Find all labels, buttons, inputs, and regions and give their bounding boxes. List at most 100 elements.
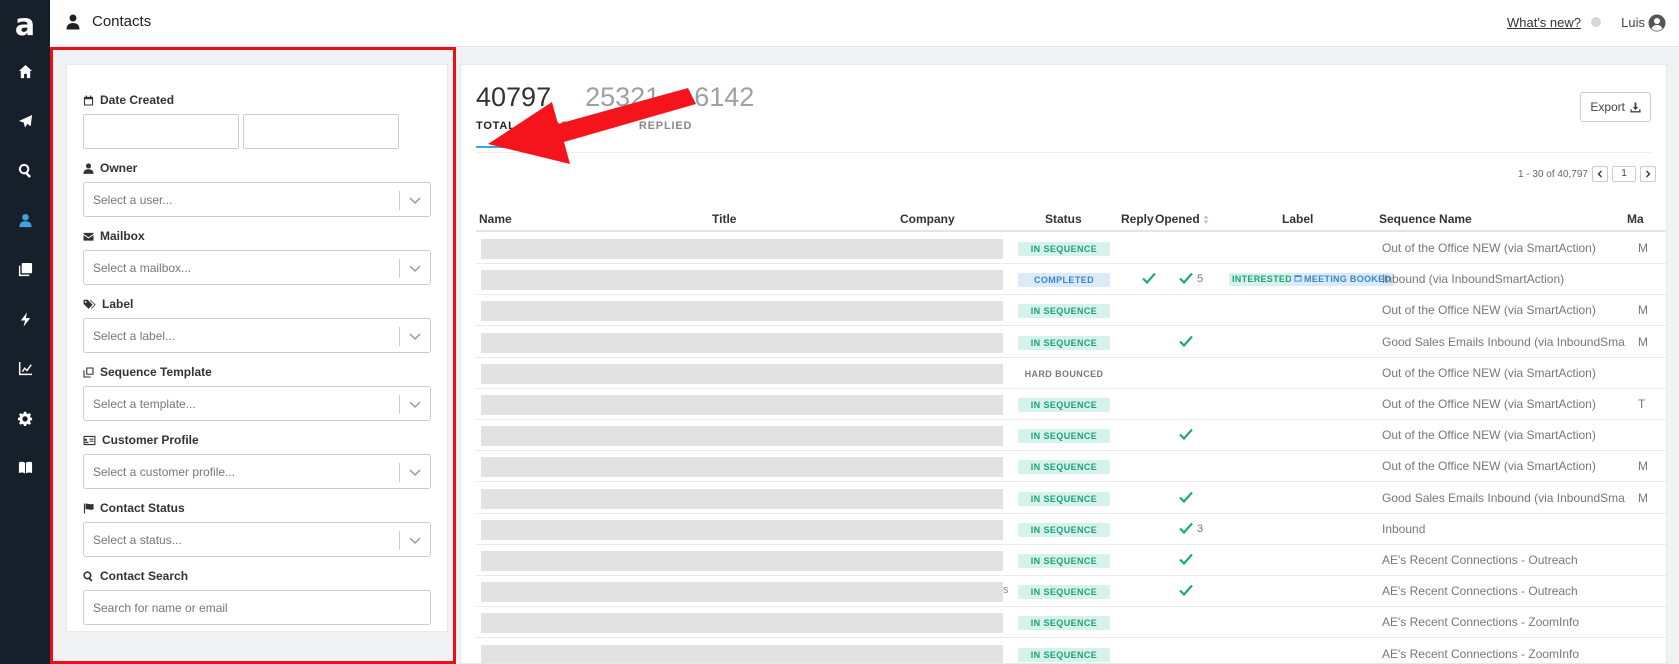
table-row[interactable]: IN SEQUENCE Out of the Office NEW (via Sm… bbox=[476, 389, 1666, 420]
status-badge: IN SEQUENCE bbox=[1018, 616, 1110, 631]
table-row[interactable]: IN SEQUENCE Good Sales Emails Inbound (vi… bbox=[476, 483, 1666, 514]
export-button[interactable]: Export bbox=[1580, 92, 1651, 122]
sequence-name[interactable]: Inbound (via InboundSmartAction) bbox=[1382, 272, 1625, 286]
opened-count: 5 bbox=[1197, 273, 1204, 286]
status-badge: IN SEQUENCE bbox=[1018, 522, 1110, 537]
table-row[interactable]: s IN SEQUENCE AE's Recent Connections - Ou… bbox=[476, 576, 1666, 608]
home-icon[interactable] bbox=[0, 59, 50, 83]
table-row[interactable]: IN SEQUENCE 3 Inbound bbox=[476, 514, 1666, 545]
whats-new-link[interactable]: What's new? bbox=[1507, 15, 1581, 30]
opened-check-icon bbox=[1179, 272, 1193, 285]
page-number-input[interactable]: 1 bbox=[1612, 166, 1636, 182]
sequence-name[interactable]: Out of the Office NEW (via SmartAction) bbox=[1382, 241, 1625, 255]
redacted-contact-block bbox=[481, 270, 1003, 291]
reports-icon[interactable] bbox=[0, 356, 50, 380]
page-title: Contacts bbox=[92, 13, 152, 30]
person-icon bbox=[66, 14, 80, 30]
prev-page-button[interactable] bbox=[1592, 166, 1608, 182]
chevron-left-icon bbox=[1597, 170, 1602, 178]
user-name[interactable]: Luis bbox=[1621, 15, 1645, 30]
app-logo[interactable]: a bbox=[0, 8, 50, 44]
table-row[interactable]: IN SEQUENCE Out of the Office NEW (via Sm… bbox=[476, 233, 1666, 264]
sequence-name[interactable]: Good Sales Emails Inbound (via InboundSm… bbox=[1382, 491, 1625, 505]
redacted-contact-block bbox=[481, 613, 1003, 634]
redacted-contact-block bbox=[481, 301, 1003, 322]
redacted-contact-block bbox=[481, 457, 1003, 478]
table-row[interactable]: IN SEQUENCE AE's Recent Connections - Zoo… bbox=[476, 607, 1666, 639]
redacted-contact-block bbox=[481, 426, 1003, 447]
sequence-name[interactable]: AE's Recent Connections - ZoomInfo bbox=[1382, 615, 1625, 629]
user-avatar-icon[interactable] bbox=[1648, 14, 1666, 32]
col-name[interactable]: Name bbox=[479, 212, 512, 226]
calendar-check-icon bbox=[1294, 273, 1302, 286]
sequence-name[interactable]: Out of the Office NEW (via SmartAction) bbox=[1382, 428, 1625, 442]
label-badge-meeting-booked: MEETING BOOKED bbox=[1291, 273, 1395, 287]
search-icon[interactable] bbox=[0, 158, 50, 182]
sequence-name[interactable]: AE's Recent Connections - Outreach bbox=[1382, 584, 1625, 598]
contacts-icon[interactable] bbox=[0, 208, 50, 232]
sort-icon[interactable] bbox=[1203, 215, 1209, 224]
sequence-name[interactable]: Out of the Office NEW (via SmartAction) bbox=[1382, 397, 1625, 411]
redacted-contact-block bbox=[481, 644, 1003, 663]
col-opened-label: Opened bbox=[1155, 212, 1200, 226]
opened-count: 3 bbox=[1197, 522, 1204, 535]
ma-cell: M bbox=[1638, 459, 1648, 474]
redacted-contact-block bbox=[481, 395, 1003, 415]
pagination: 1 - 30 of 40,797 1 bbox=[1518, 166, 1656, 182]
download-icon bbox=[1630, 101, 1641, 113]
export-label: Export bbox=[1590, 100, 1625, 114]
reply-check-icon bbox=[1142, 272, 1156, 285]
next-page-button[interactable] bbox=[1640, 166, 1656, 182]
ma-cell: M bbox=[1638, 490, 1648, 505]
status-badge: IN SEQUENCE bbox=[1018, 460, 1110, 475]
sequence-name[interactable]: Out of the Office NEW (via SmartAction) bbox=[1382, 303, 1625, 317]
sequence-name[interactable]: Out of the Office NEW (via SmartAction) bbox=[1382, 459, 1625, 473]
lightning-icon[interactable] bbox=[0, 307, 50, 331]
redacted-contact-block bbox=[481, 239, 1003, 259]
col-opened[interactable]: Opened bbox=[1155, 212, 1209, 226]
book-icon[interactable] bbox=[0, 455, 50, 479]
sequence-name[interactable]: Out of the Office NEW (via SmartAction) bbox=[1382, 366, 1625, 380]
status-badge: HARD BOUNCED bbox=[1024, 368, 1104, 379]
sequence-name[interactable]: AE's Recent Connections - Outreach bbox=[1382, 553, 1625, 567]
table-row[interactable]: IN SEQUENCE Good Sales Emails Inbound (vi… bbox=[476, 327, 1666, 358]
col-company[interactable]: Company bbox=[900, 212, 955, 226]
table-row[interactable]: HARD BOUNCED Out of the Office NEW (via S… bbox=[476, 358, 1666, 389]
col-sequence-name[interactable]: Sequence Name bbox=[1379, 212, 1472, 226]
status-badge: IN SEQUENCE bbox=[1018, 585, 1110, 600]
redacted-contact-block bbox=[481, 363, 1003, 384]
sequences-icon[interactable] bbox=[0, 257, 50, 281]
table-row[interactable]: IN SEQUENCE AE's Recent Connections - Out… bbox=[476, 545, 1666, 576]
redacted-contact-block bbox=[481, 519, 1003, 540]
status-badge: IN SEQUENCE bbox=[1018, 647, 1110, 662]
redacted-contact-block bbox=[481, 582, 1003, 603]
meeting-booked-label: MEETING BOOKED bbox=[1304, 274, 1392, 285]
col-title[interactable]: Title bbox=[712, 212, 736, 226]
icon-rail: a bbox=[0, 0, 50, 664]
table-row[interactable]: IN SEQUENCE Out of the Office NEW (via Sm… bbox=[476, 295, 1666, 327]
status-badge: IN SEQUENCE bbox=[1018, 335, 1110, 350]
col-status[interactable]: Status bbox=[1045, 212, 1082, 226]
table-row[interactable]: COMPLETED 5 INTERESTED MEETING BOOKED Inboun… bbox=[476, 264, 1666, 296]
sequence-name[interactable]: Inbound bbox=[1382, 522, 1625, 536]
table-row[interactable]: IN SEQUENCE Out of the Office NEW (via Sm… bbox=[476, 420, 1666, 452]
table-row[interactable]: IN SEQUENCE AE's Recent Connections - Zoo… bbox=[476, 639, 1666, 663]
send-icon[interactable] bbox=[0, 109, 50, 133]
opened-check-icon bbox=[1179, 335, 1193, 347]
opened-check-icon bbox=[1179, 553, 1193, 566]
status-badge: IN SEQUENCE bbox=[1018, 491, 1110, 506]
settings-icon[interactable] bbox=[0, 406, 50, 430]
redacted-contact-block bbox=[481, 551, 1003, 571]
col-reply[interactable]: Reply bbox=[1121, 212, 1154, 226]
col-label[interactable]: Label bbox=[1282, 212, 1313, 226]
table-header: Name Title Company Status Reply Opened L… bbox=[476, 206, 1666, 232]
sequence-name[interactable]: AE's Recent Connections - ZoomInfo bbox=[1382, 647, 1625, 661]
table-row[interactable]: IN SEQUENCE Out of the Office NEW (via Sm… bbox=[476, 451, 1666, 483]
status-badge: COMPLETED bbox=[1018, 273, 1110, 288]
opened-check-icon bbox=[1179, 428, 1193, 441]
col-ma[interactable]: Ma bbox=[1627, 212, 1644, 226]
pagination-range: 1 - 30 of 40,797 bbox=[1517, 168, 1588, 180]
company-fragment: s bbox=[1003, 584, 1009, 597]
sequence-name[interactable]: Good Sales Emails Inbound (via InboundSm… bbox=[1382, 335, 1625, 349]
ma-cell: M bbox=[1638, 303, 1648, 318]
